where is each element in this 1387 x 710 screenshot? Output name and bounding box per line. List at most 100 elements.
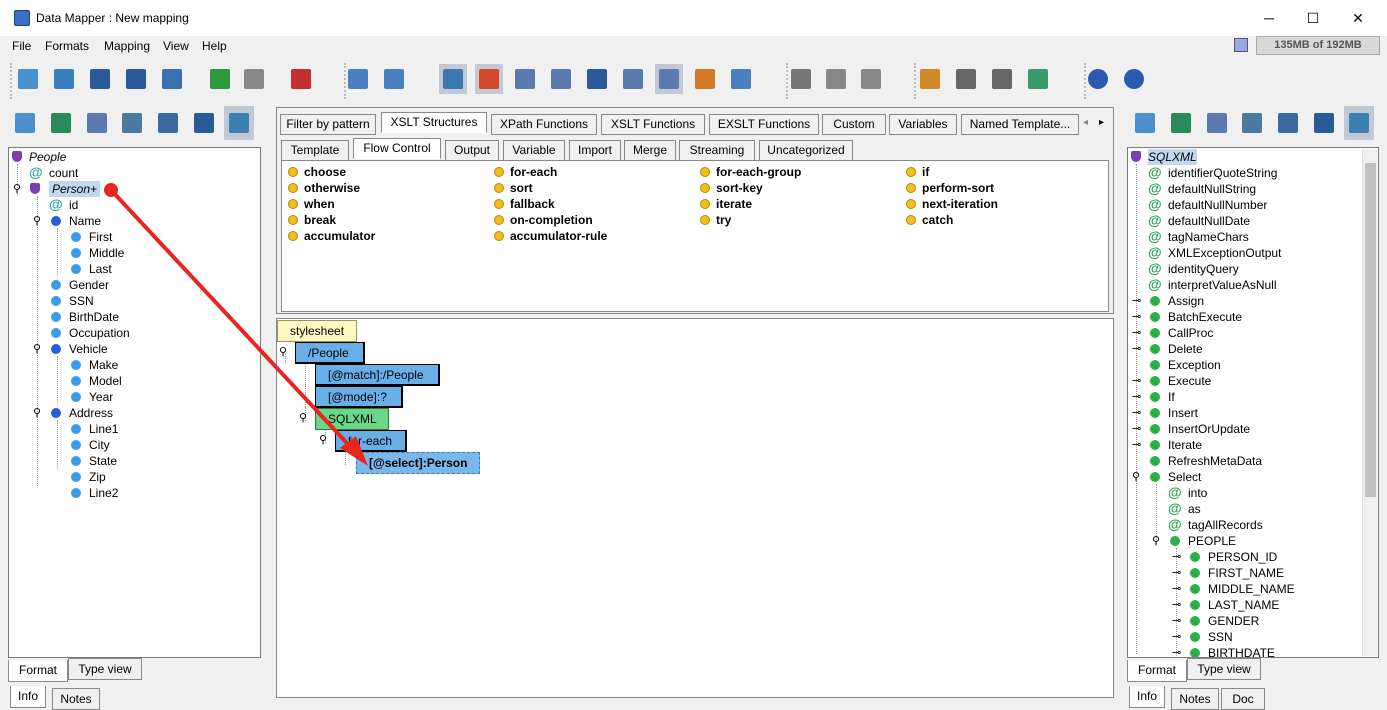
- xpath-button[interactable]: [655, 64, 683, 94]
- save-button[interactable]: [86, 64, 114, 94]
- select-attribute-node[interactable]: [@select]:Person: [356, 452, 480, 474]
- people-template-node[interactable]: /People: [295, 342, 365, 364]
- structure-button[interactable]: [224, 106, 254, 140]
- vertical-scrollbar[interactable]: [1362, 149, 1377, 656]
- target-tree-panel[interactable]: SQLXML @ identifierQuoteString @ defaultNul…: [1127, 147, 1379, 658]
- tab-filter-by-pattern[interactable]: Filter by pattern: [280, 114, 376, 135]
- expand-toggle-icon[interactable]: ⊸: [1132, 438, 1141, 451]
- tab-format-left[interactable]: Format: [8, 660, 68, 682]
- menu-help[interactable]: Help: [202, 39, 227, 53]
- expand-toggle-icon[interactable]: ⊸: [1172, 614, 1181, 627]
- tab-named-template[interactable]: Named Template...: [961, 114, 1079, 135]
- open-button[interactable]: [50, 64, 78, 94]
- cut-button[interactable]: [787, 64, 815, 94]
- database-button[interactable]: [727, 64, 755, 94]
- subtab-template[interactable]: Template: [281, 140, 349, 161]
- expand-toggle-icon[interactable]: ⊸: [1172, 630, 1181, 643]
- export-xls-button[interactable]: [158, 64, 186, 94]
- garbage-collect-icon[interactable]: [1234, 38, 1248, 52]
- doc-target-button[interactable]: [1202, 106, 1232, 140]
- add-source-button[interactable]: [344, 64, 372, 94]
- menu-file[interactable]: File: [12, 39, 31, 53]
- edit-target-button[interactable]: [1309, 106, 1339, 140]
- save-as-button[interactable]: [122, 64, 150, 94]
- paste-button[interactable]: [857, 64, 885, 94]
- expand-toggle-icon[interactable]: ⊸: [1172, 566, 1181, 579]
- view-list-button[interactable]: [511, 64, 539, 94]
- table-button[interactable]: [691, 64, 719, 94]
- subtab-flow-control[interactable]: Flow Control: [353, 138, 441, 159]
- exit-button[interactable]: [287, 64, 315, 94]
- tab-xslt-structures[interactable]: XSLT Structures: [381, 112, 487, 133]
- settings-button[interactable]: [380, 64, 408, 94]
- redo-button[interactable]: [240, 64, 268, 94]
- arrange-button[interactable]: [916, 64, 944, 94]
- find-button[interactable]: [46, 106, 76, 140]
- tab-type-view-right[interactable]: Type view: [1187, 658, 1261, 680]
- collapse-toggle-icon[interactable]: ⚲: [1132, 470, 1140, 483]
- tab-exslt-functions[interactable]: EXSLT Functions: [709, 114, 819, 135]
- expand-people-icon[interactable]: ⚲: [279, 345, 287, 358]
- tab-variables[interactable]: Variables: [889, 114, 957, 135]
- new-mapping-button[interactable]: [14, 64, 42, 94]
- menu-formats[interactable]: Formats: [45, 39, 89, 53]
- mode-attribute-node[interactable]: [@mode]:?: [315, 386, 403, 408]
- subtab-output[interactable]: Output: [445, 140, 499, 161]
- align-button[interactable]: [952, 64, 980, 94]
- close-button[interactable]: ✕: [1335, 6, 1381, 30]
- tab-info-left[interactable]: Info: [10, 686, 46, 708]
- view-code-button[interactable]: [547, 64, 575, 94]
- show-info-button[interactable]: [439, 64, 467, 94]
- tab-notes-right[interactable]: Notes: [1171, 688, 1219, 710]
- expand-toggle-icon[interactable]: ⚲: [13, 182, 21, 195]
- help-button[interactable]: [1084, 64, 1112, 94]
- expand-toggle-icon[interactable]: ⊸: [1132, 310, 1141, 323]
- expand-toggle-icon[interactable]: ⊸: [1132, 406, 1141, 419]
- collapse-toggle-icon[interactable]: ⚲: [1152, 534, 1160, 547]
- tab-custom[interactable]: Custom: [822, 114, 886, 135]
- subtab-streaming[interactable]: Streaming: [679, 140, 755, 161]
- import-target-button[interactable]: [1130, 106, 1160, 140]
- match-attribute-node[interactable]: [@match]:/People: [315, 364, 440, 386]
- menu-mapping[interactable]: Mapping: [104, 39, 150, 53]
- expand-toggle-icon[interactable]: ⊸: [1172, 646, 1181, 657]
- subtab-import[interactable]: Import: [569, 140, 621, 161]
- colors-button[interactable]: [475, 64, 503, 94]
- tree-target-button[interactable]: [1237, 106, 1267, 140]
- expand-toggle-icon[interactable]: ⊸: [1172, 582, 1181, 595]
- stylesheet-node[interactable]: stylesheet: [277, 320, 357, 342]
- expand-toggle-icon[interactable]: ⚲: [33, 214, 41, 227]
- mapping-canvas[interactable]: stylesheet ⚲ /People [@match]:/People [@…: [276, 318, 1114, 698]
- menu-view[interactable]: View: [163, 39, 189, 53]
- info-button[interactable]: [1120, 64, 1148, 94]
- expand-toggle-icon[interactable]: ⊸: [1132, 342, 1141, 355]
- expand-toggle-icon[interactable]: ⊸: [1172, 598, 1181, 611]
- inspect-target-button[interactable]: [1273, 106, 1303, 140]
- distribute-button[interactable]: [988, 64, 1016, 94]
- tab-scroll-right-icon[interactable]: ▸: [1099, 117, 1104, 128]
- save-map-button[interactable]: [583, 64, 611, 94]
- export-button[interactable]: [619, 64, 647, 94]
- expand-toggle-icon[interactable]: ⚲: [33, 342, 41, 355]
- subtab-merge[interactable]: Merge: [624, 140, 676, 161]
- expand-toggle-icon[interactable]: ⊸: [1132, 390, 1141, 403]
- expand-toggle-icon[interactable]: ⊸: [1132, 326, 1141, 339]
- subtab-variable[interactable]: Variable: [503, 140, 565, 161]
- import-source-button[interactable]: [10, 106, 40, 140]
- undo-button[interactable]: [206, 64, 234, 94]
- tab-xslt-functions[interactable]: XSLT Functions: [601, 114, 705, 135]
- tab-scroll-left-icon[interactable]: ◂: [1083, 117, 1088, 128]
- expand-toggle-icon[interactable]: ⊸: [1132, 374, 1141, 387]
- doc-button[interactable]: [82, 106, 112, 140]
- tab-xpath-functions[interactable]: XPath Functions: [491, 114, 597, 135]
- subtab-uncategorized[interactable]: Uncategorized: [759, 140, 853, 161]
- sqlxml-node[interactable]: SQLXML: [315, 408, 389, 430]
- expand-sqlxml-icon[interactable]: ⚲: [299, 411, 307, 424]
- minimize-button[interactable]: ─: [1246, 6, 1292, 30]
- structure-target-button[interactable]: [1344, 106, 1374, 140]
- expand-toggle-icon[interactable]: ⚲: [33, 406, 41, 419]
- tab-doc-right[interactable]: Doc: [1221, 688, 1265, 710]
- maximize-button[interactable]: ☐: [1290, 6, 1336, 30]
- tree-button[interactable]: [117, 106, 147, 140]
- layers-button[interactable]: [1024, 64, 1052, 94]
